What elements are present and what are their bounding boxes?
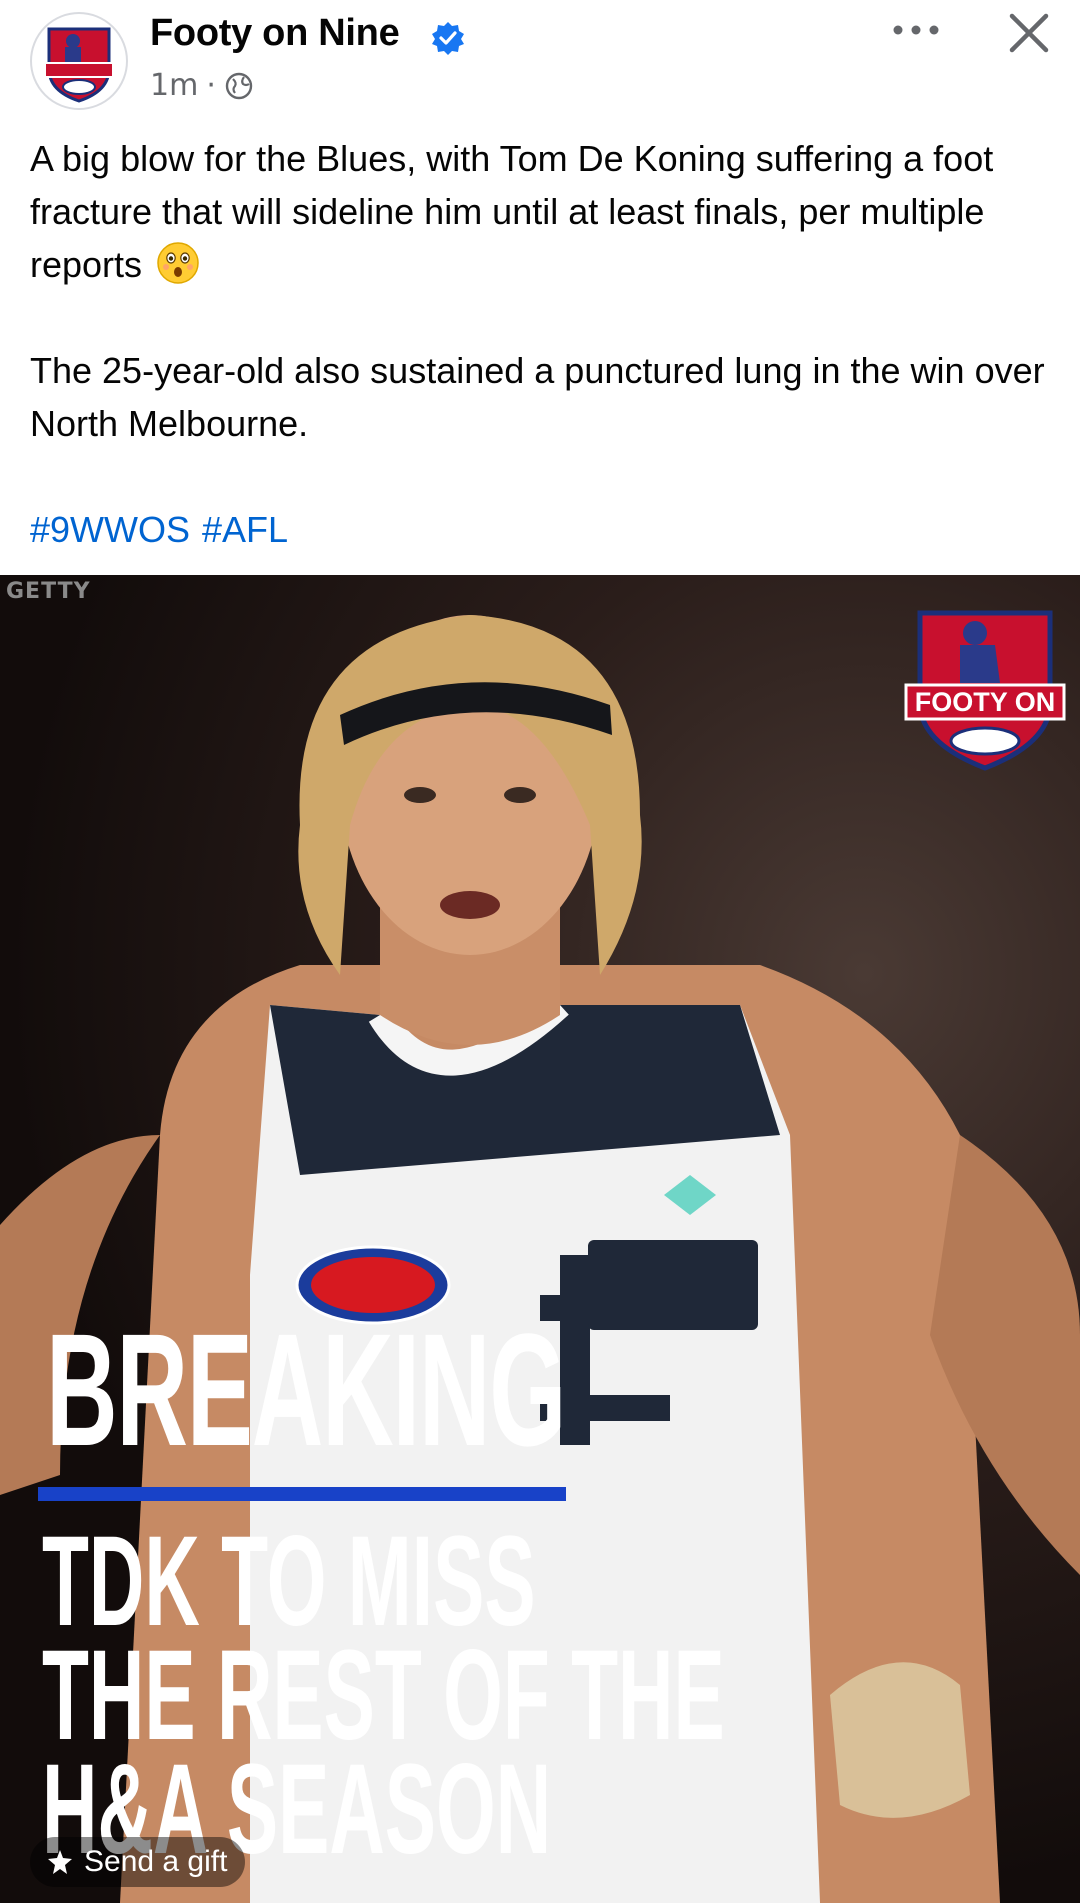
post-header: Footy on Nine 1m · xyxy=(0,0,1080,120)
meta-separator: · xyxy=(206,68,216,103)
post-paragraph: A big blow for the Blues, with Tom De Ko… xyxy=(30,132,1060,291)
post-time[interactable]: 1m xyxy=(150,68,198,103)
photo-credit: GETTY xyxy=(6,579,91,604)
verified-badge-icon xyxy=(432,22,464,55)
more-options-icon[interactable] xyxy=(886,10,946,50)
headline-line: TDK TO MISS xyxy=(42,1510,536,1653)
hashtag-9wwos[interactable]: #9WWOS xyxy=(30,509,190,550)
hashtag-afl[interactable]: #AFL xyxy=(202,509,288,550)
footy-on-nine-watermark-logo: FOOTY ON xyxy=(904,610,1066,771)
footy-on-nine-logo xyxy=(44,27,114,103)
logo-text: FOOTY ON xyxy=(915,687,1056,717)
post-image[interactable]: GETTY FOOTY ON BREAKING TDK TO MISS THE … xyxy=(0,575,1080,1903)
page-avatar[interactable] xyxy=(30,12,128,110)
accent-bar xyxy=(38,1487,566,1501)
post-body: A big blow for the Blues, with Tom De Ko… xyxy=(30,132,1060,556)
globe-icon xyxy=(225,72,253,99)
hashtags: #9WWOS #AFL xyxy=(30,503,1060,556)
image-headline: TDK TO MISS THE REST OF THE H&A SEASON xyxy=(42,1510,725,1874)
close-icon[interactable] xyxy=(1004,8,1054,58)
gift-icon xyxy=(48,1850,72,1874)
post-meta: 1m · xyxy=(150,68,254,103)
send-gift-button[interactable]: Send a gift xyxy=(30,1837,246,1887)
headline-line: THE REST OF THE xyxy=(42,1624,725,1767)
surprised-face-emoji xyxy=(157,242,199,284)
send-gift-label: Send a gift xyxy=(84,1845,228,1878)
breaking-label: BREAKING xyxy=(46,1300,566,1479)
page-name[interactable]: Footy on Nine xyxy=(150,12,400,55)
post-paragraph-2: The 25-year-old also sustained a punctur… xyxy=(30,350,1045,444)
